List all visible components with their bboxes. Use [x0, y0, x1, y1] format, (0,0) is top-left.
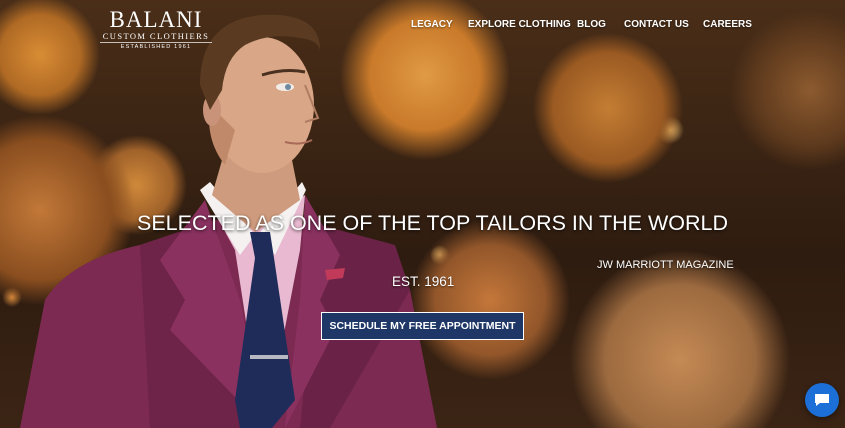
nav-item-careers[interactable]: CAREERS — [703, 19, 752, 30]
hero-source: JW MARRIOTT MAGAZINE — [597, 259, 734, 271]
nav-item-legacy[interactable]: LEGACY — [411, 19, 453, 30]
schedule-appointment-button[interactable]: SCHEDULE MY FREE APPOINTMENT — [321, 312, 524, 340]
brand-logo[interactable]: BALANI CUSTOM CLOTHIERS ESTABLISHED 1961 — [100, 8, 212, 51]
hero-established: EST. 1961 — [392, 274, 455, 289]
nav-item-explore-clothing[interactable]: EXPLORE CLOTHING — [468, 19, 571, 30]
brand-established: ESTABLISHED 1961 — [120, 44, 192, 50]
brand-subtitle: CUSTOM CLOTHIERS — [100, 31, 212, 43]
chat-button[interactable] — [805, 383, 839, 417]
brand-name: BALANI — [109, 7, 203, 32]
hero-background: BALANI CUSTOM CLOTHIERS ESTABLISHED 1961… — [0, 0, 845, 428]
nav-item-blog[interactable]: BLOG — [577, 19, 606, 30]
hero-headline: SELECTED AS ONE OF THE TOP TAILORS IN TH… — [137, 211, 728, 235]
nav-item-contact-us[interactable]: CONTACT US — [624, 19, 689, 30]
chat-bubble-icon — [815, 394, 829, 406]
